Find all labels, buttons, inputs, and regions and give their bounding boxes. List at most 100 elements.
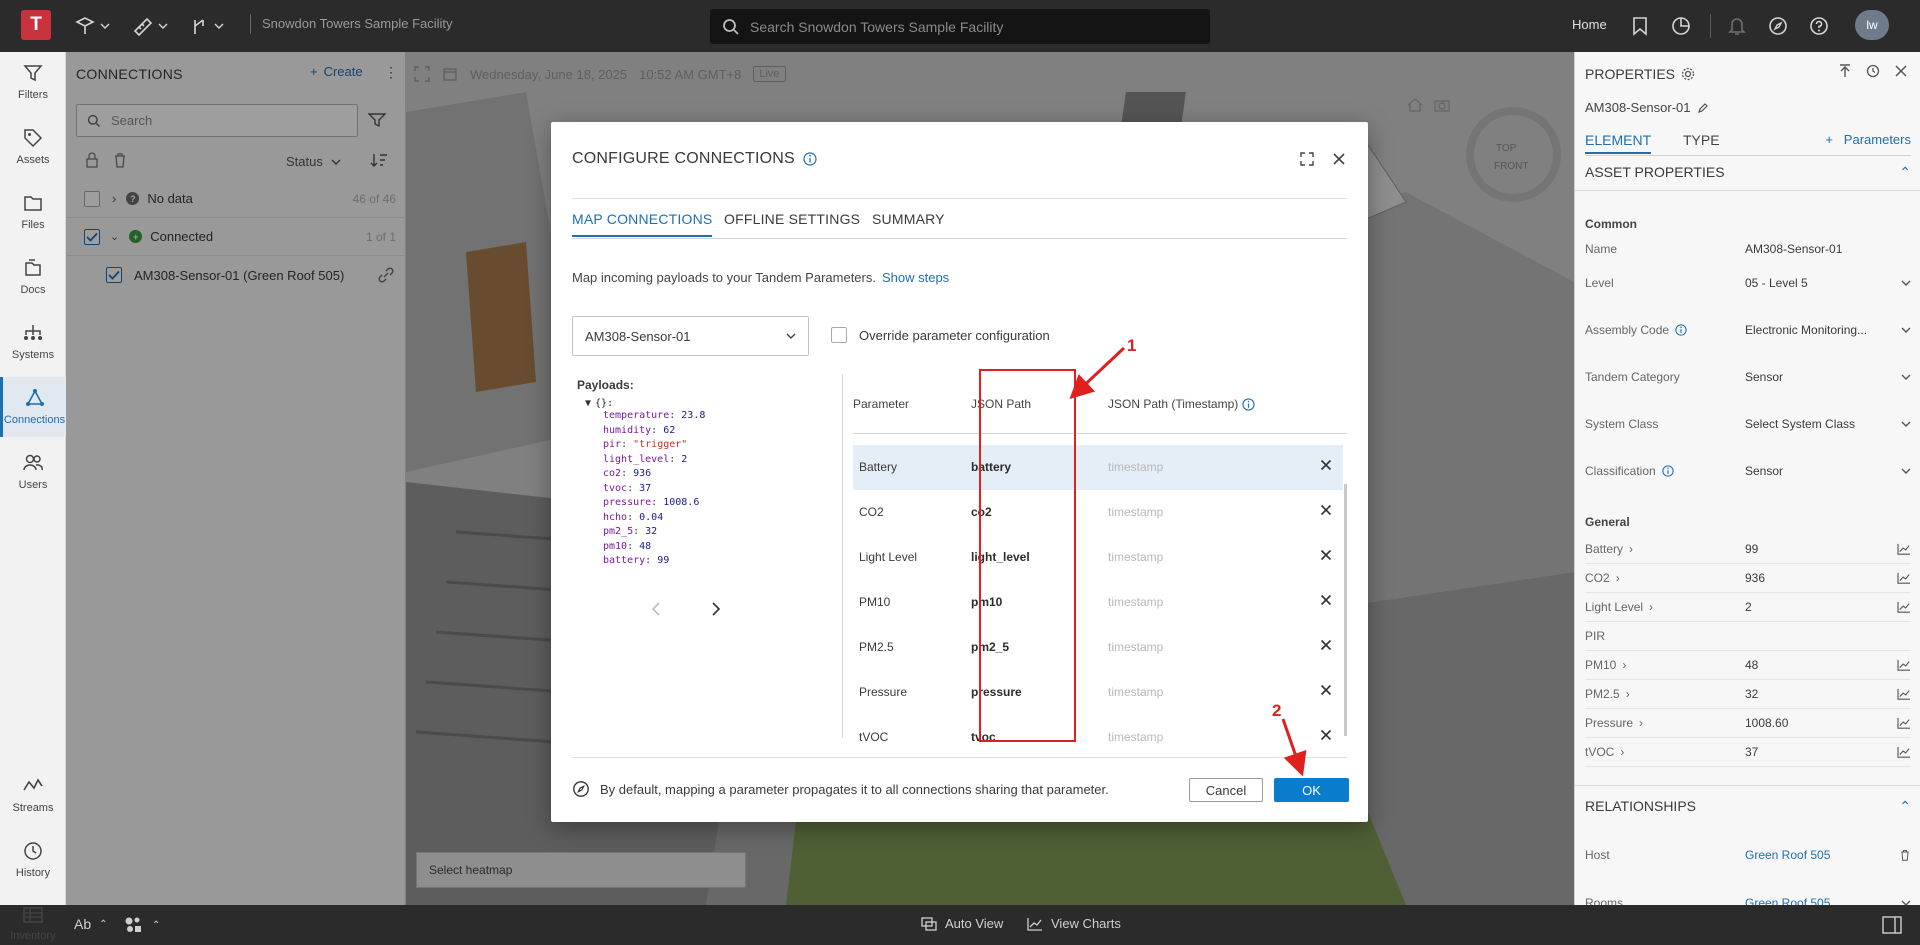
general-property-row[interactable]: PIR bbox=[1585, 622, 1911, 651]
tab-type[interactable]: TYPE bbox=[1683, 132, 1720, 148]
nav-filters[interactable]: Filters bbox=[0, 52, 66, 112]
remove-mapping-icon[interactable] bbox=[1320, 504, 1332, 516]
show-steps-link[interactable]: Show steps bbox=[882, 270, 949, 285]
cancel-button[interactable]: Cancel bbox=[1189, 778, 1263, 802]
tab-summary[interactable]: SUMMARY bbox=[872, 211, 945, 227]
chevron-right-icon[interactable]: › bbox=[1629, 542, 1633, 556]
help-icon[interactable] bbox=[1807, 14, 1831, 38]
mapping-row[interactable]: PM2.5 pm2_5 timestamp bbox=[853, 625, 1343, 670]
mapping-timestamp-input[interactable]: timestamp bbox=[1108, 460, 1163, 474]
close-icon[interactable] bbox=[1894, 64, 1908, 78]
mapping-row[interactable]: Pressure pressure timestamp bbox=[853, 670, 1343, 715]
remove-mapping-icon[interactable] bbox=[1320, 639, 1332, 651]
payload-line[interactable]: hcho: 0.04 bbox=[577, 511, 797, 526]
payload-line[interactable]: tvoc: 37 bbox=[577, 482, 797, 497]
mapping-timestamp-input[interactable]: timestamp bbox=[1108, 730, 1163, 744]
mapping-row[interactable]: PM10 pm10 timestamp bbox=[853, 580, 1343, 625]
payload-line[interactable]: pm10: 48 bbox=[577, 540, 797, 555]
common-property-row[interactable]: Assembly Code Electronic Monitoring... bbox=[1585, 316, 1911, 344]
relationship-link[interactable]: Green Roof 505 bbox=[1745, 896, 1889, 905]
home-link[interactable]: Home bbox=[1572, 17, 1607, 32]
chevron-up-icon[interactable]: ⌃ bbox=[1899, 164, 1911, 181]
dashboard-icon[interactable] bbox=[1669, 14, 1693, 38]
sensor-select[interactable]: AM308-Sensor-01 bbox=[572, 316, 809, 356]
chart-icon[interactable] bbox=[1889, 572, 1911, 584]
general-property-row[interactable]: PM2.5 › 32 bbox=[1585, 680, 1911, 709]
chart-icon[interactable] bbox=[1889, 688, 1911, 700]
chart-icon[interactable] bbox=[1889, 659, 1911, 671]
common-property-row[interactable]: Level 05 - Level 5 bbox=[1585, 269, 1911, 297]
mapping-row[interactable]: tVOC tvoc timestamp bbox=[853, 715, 1343, 760]
chart-icon[interactable] bbox=[1889, 717, 1911, 729]
remove-mapping-icon[interactable] bbox=[1320, 594, 1332, 606]
general-property-row[interactable]: Pressure › 1008.60 bbox=[1585, 709, 1911, 738]
expand-icon[interactable] bbox=[1300, 152, 1314, 166]
general-property-row[interactable]: Battery › 99 bbox=[1585, 535, 1911, 564]
parameters-link[interactable]: + Parameters bbox=[1825, 132, 1911, 147]
tab-element[interactable]: ELEMENT bbox=[1585, 132, 1652, 154]
info-icon[interactable] bbox=[803, 152, 817, 166]
common-property-row[interactable]: Name AM308-Sensor-01 bbox=[1585, 235, 1911, 263]
payload-line[interactable]: temperature: 23.8 bbox=[577, 409, 797, 424]
general-property-row[interactable]: PM10 › 48 bbox=[1585, 651, 1911, 680]
payload-root[interactable]: ▼ {}: bbox=[577, 398, 797, 409]
chevron-left-icon[interactable] bbox=[651, 602, 661, 616]
chart-icon[interactable] bbox=[1889, 746, 1911, 758]
pin-top-icon[interactable] bbox=[1838, 64, 1852, 78]
edit-icon[interactable] bbox=[1697, 102, 1709, 114]
property-value[interactable]: Electronic Monitoring... bbox=[1745, 323, 1889, 337]
chevron-right-icon[interactable]: › bbox=[1622, 658, 1626, 672]
mapping-row[interactable]: Battery battery timestamp bbox=[853, 445, 1343, 490]
payload-line[interactable]: pressure: 1008.6 bbox=[577, 496, 797, 511]
mapping-timestamp-input[interactable]: timestamp bbox=[1108, 505, 1163, 519]
info-icon[interactable] bbox=[1662, 465, 1674, 477]
text-style-button[interactable]: Ab ⌃ bbox=[74, 916, 108, 932]
nav-connections[interactable]: Connections bbox=[0, 377, 66, 437]
caret-down-icon[interactable]: ▼ bbox=[585, 398, 591, 409]
chevron-down-icon[interactable] bbox=[1889, 467, 1911, 475]
chevron-right-icon[interactable]: › bbox=[1616, 571, 1620, 585]
mapping-timestamp-input[interactable]: timestamp bbox=[1108, 595, 1163, 609]
chevron-right-icon[interactable]: › bbox=[1620, 745, 1624, 759]
payload-line[interactable]: pir: "trigger" bbox=[577, 438, 797, 453]
chevron-down-icon[interactable] bbox=[1889, 326, 1911, 334]
history-icon[interactable] bbox=[1866, 64, 1880, 78]
mapping-row[interactable]: CO2 co2 timestamp bbox=[853, 490, 1343, 535]
override-option[interactable]: Override parameter configuration bbox=[831, 327, 1050, 343]
chart-icon[interactable] bbox=[1889, 543, 1911, 555]
nav-files[interactable]: Files bbox=[0, 182, 66, 242]
payload-line[interactable]: humidity: 62 bbox=[577, 424, 797, 439]
asset-properties-section[interactable]: ASSET PROPERTIES ⌃ bbox=[1585, 164, 1911, 180]
property-value[interactable]: Select System Class bbox=[1745, 417, 1889, 431]
measure-tool-button[interactable] bbox=[132, 14, 168, 38]
nav-inventory[interactable]: Inventory bbox=[0, 895, 66, 945]
info-icon[interactable] bbox=[1675, 324, 1687, 336]
override-checkbox[interactable] bbox=[831, 327, 847, 343]
trash-icon[interactable] bbox=[1889, 848, 1911, 862]
view-charts-button[interactable]: View Charts bbox=[1027, 916, 1121, 931]
chevron-right-icon[interactable]: › bbox=[1626, 687, 1630, 701]
common-property-row[interactable]: Tandem Category Sensor bbox=[1585, 363, 1911, 391]
user-avatar[interactable]: lw bbox=[1855, 10, 1889, 40]
app-logo[interactable]: T bbox=[21, 10, 51, 40]
property-value[interactable]: Sensor bbox=[1745, 464, 1889, 478]
payload-line[interactable]: pm2_5: 32 bbox=[577, 525, 797, 540]
ok-button[interactable]: OK bbox=[1274, 778, 1349, 802]
nav-history[interactable]: History bbox=[0, 830, 66, 890]
nav-assets[interactable]: Assets bbox=[0, 117, 66, 177]
nav-streams[interactable]: Streams bbox=[0, 765, 66, 825]
notifications-bell-icon[interactable] bbox=[1725, 14, 1749, 38]
general-property-row[interactable]: CO2 › 936 bbox=[1585, 564, 1911, 593]
property-value[interactable]: 05 - Level 5 bbox=[1745, 276, 1889, 290]
info-icon[interactable] bbox=[1242, 397, 1255, 411]
close-icon[interactable] bbox=[1332, 152, 1346, 166]
chevron-down-icon[interactable] bbox=[1889, 279, 1911, 287]
payload-line[interactable]: co2: 936 bbox=[577, 467, 797, 482]
nav-docs[interactable]: Docs bbox=[0, 247, 66, 307]
tab-map-connections[interactable]: MAP CONNECTIONS bbox=[572, 211, 713, 237]
chevron-down-icon[interactable] bbox=[1889, 373, 1911, 381]
nav-users[interactable]: Users bbox=[0, 442, 66, 502]
chevron-down-icon[interactable] bbox=[1889, 420, 1911, 428]
general-property-row[interactable]: tVOC › 37 bbox=[1585, 738, 1911, 767]
chevron-right-icon[interactable]: › bbox=[1639, 716, 1643, 730]
